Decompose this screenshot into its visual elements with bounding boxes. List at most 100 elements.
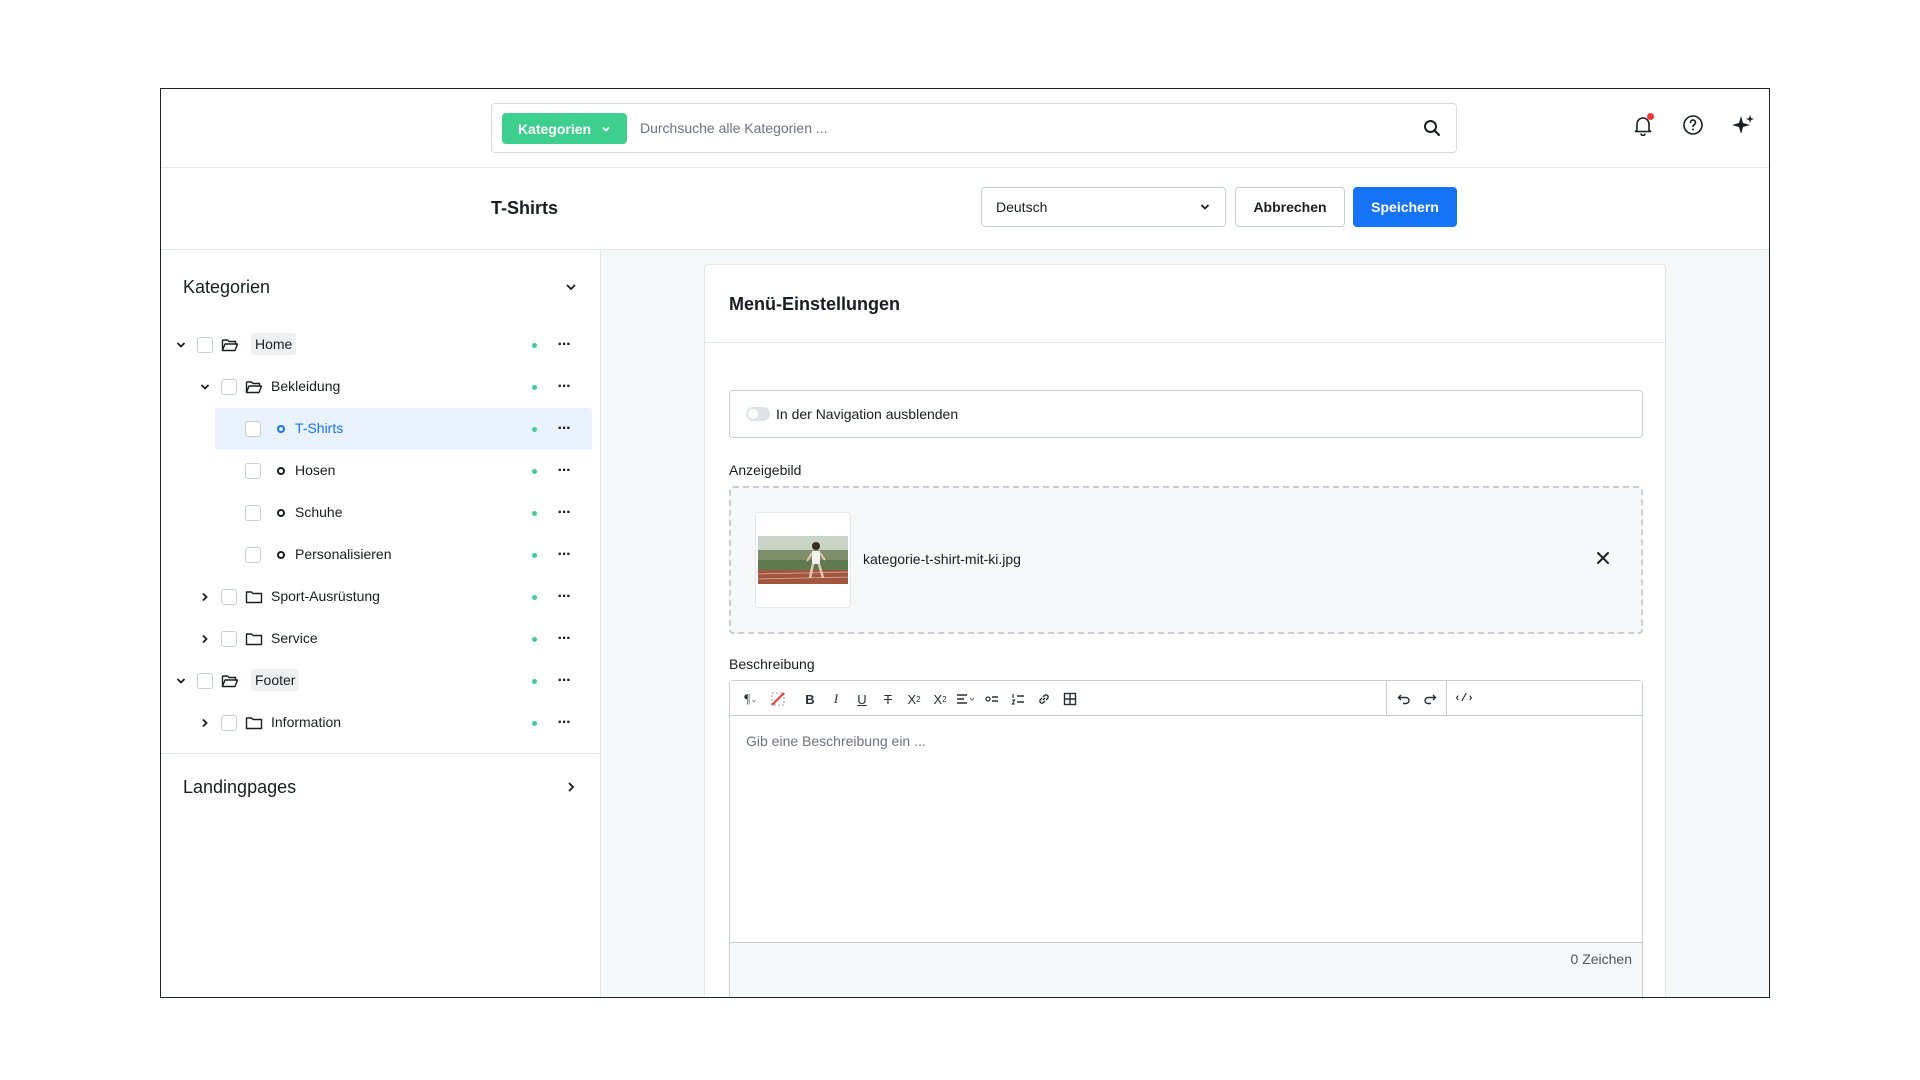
help-button[interactable] [1681,113,1705,137]
tree-item-hosen[interactable]: Hosen ··· [161,450,600,492]
section-title: Menü-Einstellungen [729,294,900,314]
category-filter-button[interactable]: Kategorien [502,113,627,144]
card-divider [705,342,1665,343]
categories-section-header[interactable]: Kategorien [183,274,578,300]
description-editor: ¶ ⌄ B I U T X2 X2 ‹/› Gib eine Beschreib… [729,680,1643,997]
more-options-icon[interactable]: ··· [554,671,574,691]
tree-item-label: Personalisieren [295,546,392,562]
subscript-icon[interactable]: X2 [930,689,950,709]
more-options-icon[interactable]: ··· [554,587,574,607]
sparkle-icon [1732,115,1754,134]
image-file-name: kategorie-t-shirt-mit-ki.jpg [863,551,1021,567]
strikethrough-icon[interactable]: T [878,689,898,709]
chevron-down-icon[interactable] [197,379,213,395]
bold-icon[interactable]: B [800,689,820,709]
tree-item-schuhe[interactable]: Schuhe ··· [161,492,600,534]
tree-checkbox[interactable] [245,463,261,479]
tree-item-footer[interactable]: Footer ··· [161,660,600,702]
tree-checkbox[interactable] [245,421,261,437]
table-icon[interactable] [1060,689,1080,709]
categories-section-title: Kategorien [183,276,271,297]
folder-open-icon [245,381,263,394]
chevron-right-icon[interactable] [197,631,213,647]
chevron-right-icon[interactable] [197,589,213,605]
more-options-icon[interactable]: ··· [554,335,574,355]
leaf-bullet-icon [277,467,285,475]
redo-icon[interactable] [1420,689,1440,709]
more-options-icon[interactable]: ··· [554,629,574,649]
search-icon[interactable] [1422,118,1442,138]
status-dot [532,595,537,600]
language-select[interactable]: Deutsch [981,187,1226,227]
tree-item-sport-ausruestung[interactable]: Sport-Ausrüstung ··· [161,576,600,618]
underline-icon[interactable]: U [852,689,872,709]
notification-dot [1647,113,1654,120]
more-options-icon[interactable]: ··· [554,419,574,439]
tree-item-information[interactable]: Information ··· [161,702,600,744]
remove-format-icon[interactable] [768,689,788,709]
more-options-icon[interactable]: ··· [554,503,574,523]
hide-in-navigation-field: In der Navigation ausblenden [729,390,1643,438]
language-select-value: Deutsch [996,199,1048,215]
page-header: T-Shirts Deutsch Abbrechen Speichern [161,168,1769,250]
ai-button[interactable] [1731,113,1755,137]
tree-item-personalisieren[interactable]: Personalisieren ··· [161,534,600,576]
align-icon[interactable] [952,689,980,709]
tree-checkbox[interactable] [245,505,261,521]
close-icon[interactable] [1595,550,1611,566]
chevron-down-icon[interactable] [173,673,189,689]
editor-footer: 0 Zeichen [730,942,1642,997]
tree-item-label: Sport-Ausrüstung [271,588,380,604]
tree-checkbox[interactable] [197,673,213,689]
more-options-icon[interactable]: ··· [554,545,574,565]
chevron-right-icon[interactable] [564,780,578,794]
paragraph-format-icon[interactable]: ¶ ⌄ [738,689,764,709]
image-thumbnail [755,512,851,608]
italic-icon[interactable]: I [826,689,846,709]
status-dot [532,679,537,684]
chevron-down-icon[interactable] [564,280,578,294]
toolbar-separator [1446,681,1447,715]
main-content: Menü-Einstellungen In der Navigation aus… [601,250,1769,997]
tree-checkbox[interactable] [197,337,213,353]
more-options-icon[interactable]: ··· [554,377,574,397]
cancel-button[interactable]: Abbrechen [1235,187,1345,227]
superscript-icon[interactable]: X2 [904,689,924,709]
tree-item-label: Information [271,714,342,730]
notifications-button[interactable] [1631,113,1655,137]
undo-icon[interactable] [1394,689,1414,709]
hide-in-navigation-label: In der Navigation ausblenden [776,406,959,422]
landingpages-section-header[interactable]: Landingpages [183,774,578,800]
tree-item-home[interactable]: Home ··· [161,324,600,366]
tree-checkbox[interactable] [221,379,237,395]
search-input[interactable] [640,112,1400,144]
folder-icon [245,591,263,604]
chevron-down-icon[interactable] [173,337,189,353]
tree-checkbox[interactable] [245,547,261,563]
code-view-icon[interactable]: ‹/› [1454,689,1474,709]
hide-in-navigation-toggle[interactable] [746,407,770,421]
tree-item-bekleidung[interactable]: Bekleidung ··· [161,366,600,408]
save-button[interactable]: Speichern [1353,187,1457,227]
tree-checkbox[interactable] [221,715,237,731]
tree-checkbox[interactable] [221,631,237,647]
chevron-right-icon[interactable] [197,715,213,731]
chevron-down-icon [1200,204,1210,210]
top-bar: Kategorien [161,89,1769,168]
link-icon[interactable] [1034,689,1054,709]
tree-item-service[interactable]: Service ··· [161,618,600,660]
numbered-list-icon[interactable] [1008,689,1028,709]
tree-checkbox[interactable] [221,589,237,605]
more-options-icon[interactable]: ··· [554,713,574,733]
character-count: 0 Zeichen [1570,951,1632,967]
description-input[interactable]: Gib eine Beschreibung ein ... [746,733,926,749]
image-dropzone[interactable]: kategorie-t-shirt-mit-ki.jpg [729,486,1643,634]
tree-item-label: T-Shirts [295,420,344,436]
tree-item-t-shirts[interactable]: T-Shirts ··· [161,408,600,450]
status-dot [532,385,537,390]
tree-item-label: Footer [251,669,300,691]
status-dot [532,721,537,726]
more-options-icon[interactable]: ··· [554,461,574,481]
bullet-list-icon[interactable] [982,689,1002,709]
app-window: Kategorien T-Shirts Deutsch Abbreche [160,88,1770,998]
